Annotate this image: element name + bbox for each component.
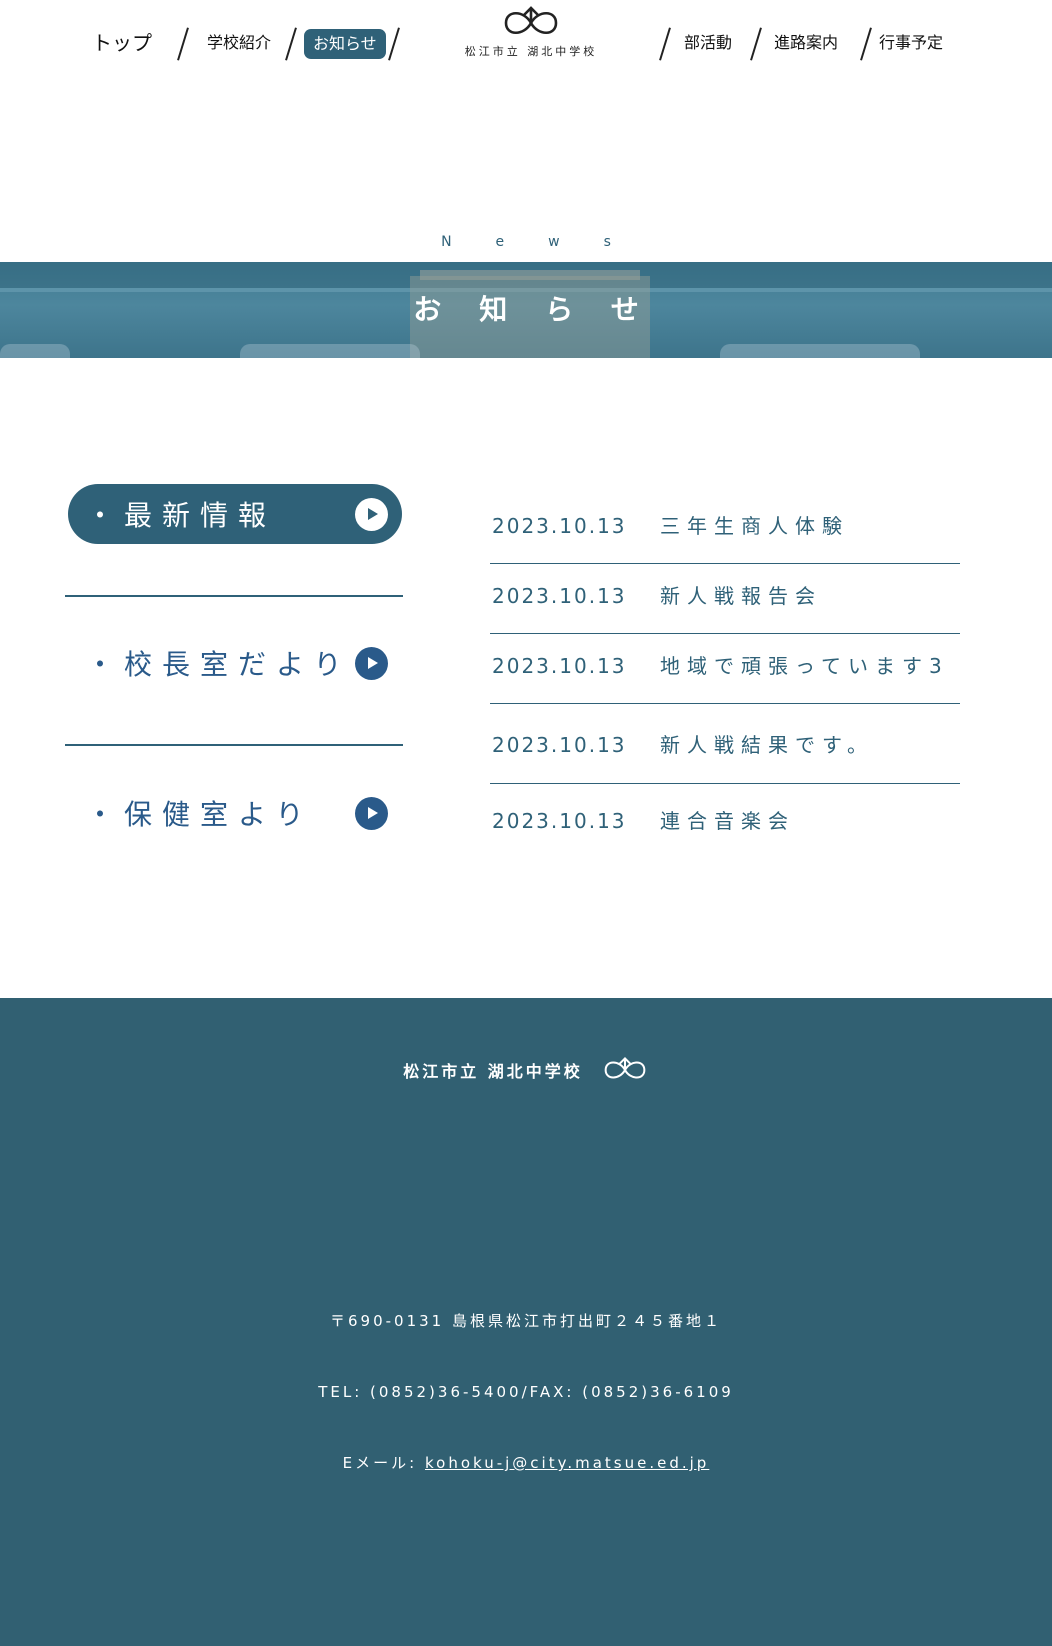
nav-divider (750, 27, 762, 61)
nav-divider (177, 27, 189, 61)
nav-news[interactable]: お知らせ (304, 29, 386, 59)
news-item[interactable]: 2023.10.13 新人戦結果です。 (490, 719, 960, 769)
school-logo-icon (504, 6, 558, 35)
news-divider (490, 633, 960, 634)
category-label: ・校長室だより (86, 648, 352, 681)
play-arrow-icon (355, 647, 388, 680)
news-title: 地域で頑張っています3 (660, 654, 949, 678)
nav-career[interactable]: 進路案内 (774, 30, 838, 56)
site-footer: 松江市立 湖北中学校 〒690-0131 島根県松江市打出町２４５番地１ TEL… (0, 998, 1052, 1646)
nav-club[interactable]: 部活動 (684, 30, 732, 56)
news-item[interactable]: 2023.10.13 新人戦報告会 (490, 570, 960, 620)
footer-brand: 松江市立 湖北中学校 (0, 1056, 1052, 1084)
category-latest[interactable]: ・最新情報 (68, 484, 402, 544)
news-divider (490, 783, 960, 784)
site-header: トップ 学校紹介 お知らせ 松江市立 湖北中学校 部活動 進路案内 行事予定 (0, 0, 1052, 90)
news-title: 連合音楽会 (660, 809, 795, 833)
news-title: 新人戦結果です。 (660, 733, 874, 757)
news-divider (490, 563, 960, 564)
hero-banner: お知らせ (0, 262, 1052, 358)
category-label: ・最新情報 (86, 499, 277, 532)
category-health[interactable]: ・保健室より (68, 783, 402, 843)
news-title: 三年生商人体験 (660, 514, 849, 538)
hero-bg-chair (720, 344, 920, 358)
nav-divider (860, 27, 872, 61)
news-date: 2023.10.13 (492, 733, 627, 757)
nav-divider (285, 27, 297, 61)
footer-phone-fax: TEL: (0852)36-5400/FAX: (0852)36-6109 (318, 1383, 734, 1401)
nav-top[interactable]: トップ (92, 30, 152, 56)
footer-email-row: Eメール: kohoku-j@city.matsue.ed.jp (0, 1452, 1052, 1473)
hero-subtitle: News (441, 234, 655, 250)
nav-school-intro[interactable]: 学校紹介 (207, 30, 271, 56)
school-logo-icon (604, 1056, 646, 1079)
news-date: 2023.10.13 (492, 654, 627, 678)
news-date: 2023.10.13 (492, 809, 627, 833)
footer-school-name: 松江市立 湖北中学校 (403, 1062, 583, 1081)
news-item[interactable]: 2023.10.13 地域で頑張っています3 (490, 640, 960, 690)
hero-bg-chair (0, 344, 70, 358)
category-divider (65, 744, 403, 746)
play-arrow-icon (355, 797, 388, 830)
nav-divider (388, 27, 400, 61)
news-divider (490, 703, 960, 704)
nav-events[interactable]: 行事予定 (879, 30, 943, 56)
footer-email-label: Eメール: (342, 1454, 425, 1472)
footer-email-link[interactable]: kohoku-j@city.matsue.ed.jp (425, 1454, 709, 1472)
category-label: ・保健室より (86, 798, 314, 831)
hero-bg-chair (240, 344, 420, 358)
site-logo[interactable]: 松江市立 湖北中学校 (456, 6, 606, 59)
news-title: 新人戦報告会 (660, 584, 822, 608)
play-arrow-icon (355, 498, 388, 531)
footer-address: 〒690-0131 島根県松江市打出町２４５番地１ (330, 1312, 722, 1330)
nav-divider (659, 27, 671, 61)
logo-text: 松江市立 湖北中学校 (464, 45, 598, 58)
news-item[interactable]: 2023.10.13 連合音楽会 (490, 795, 960, 845)
category-divider (65, 595, 403, 597)
news-item[interactable]: 2023.10.13 三年生商人体験 (490, 500, 960, 550)
hero-title: お知らせ (413, 293, 677, 326)
category-principal[interactable]: ・校長室だより (68, 633, 402, 693)
news-date: 2023.10.13 (492, 514, 627, 538)
news-date: 2023.10.13 (492, 584, 627, 608)
